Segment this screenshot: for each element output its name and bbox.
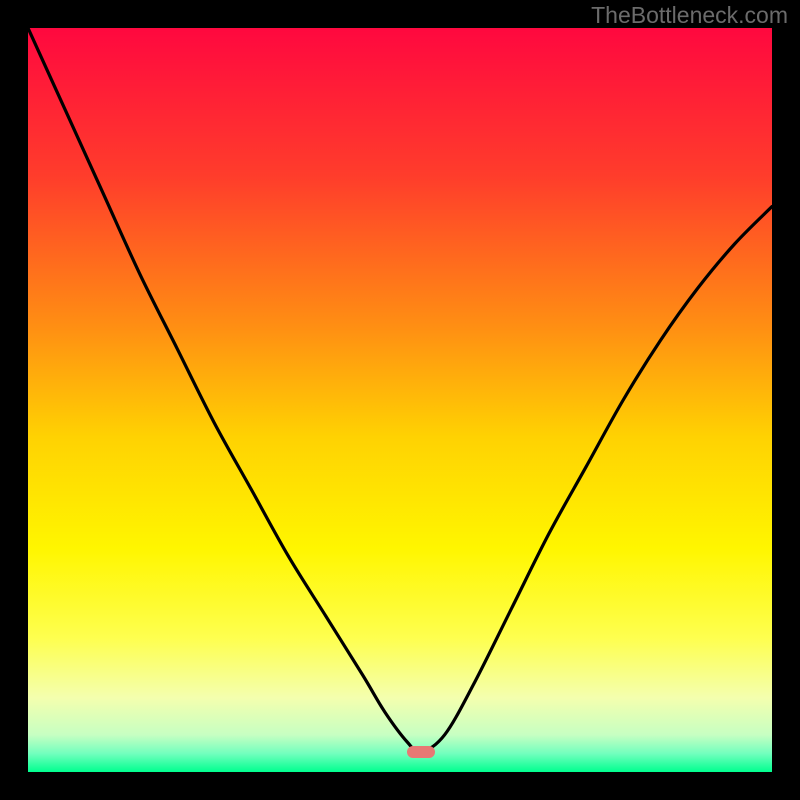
chart-container: TheBottleneck.com — [0, 0, 800, 800]
plot-area — [28, 28, 772, 772]
bottleneck-curve — [28, 28, 772, 772]
optimal-marker — [407, 746, 435, 758]
watermark-text: TheBottleneck.com — [591, 2, 788, 29]
